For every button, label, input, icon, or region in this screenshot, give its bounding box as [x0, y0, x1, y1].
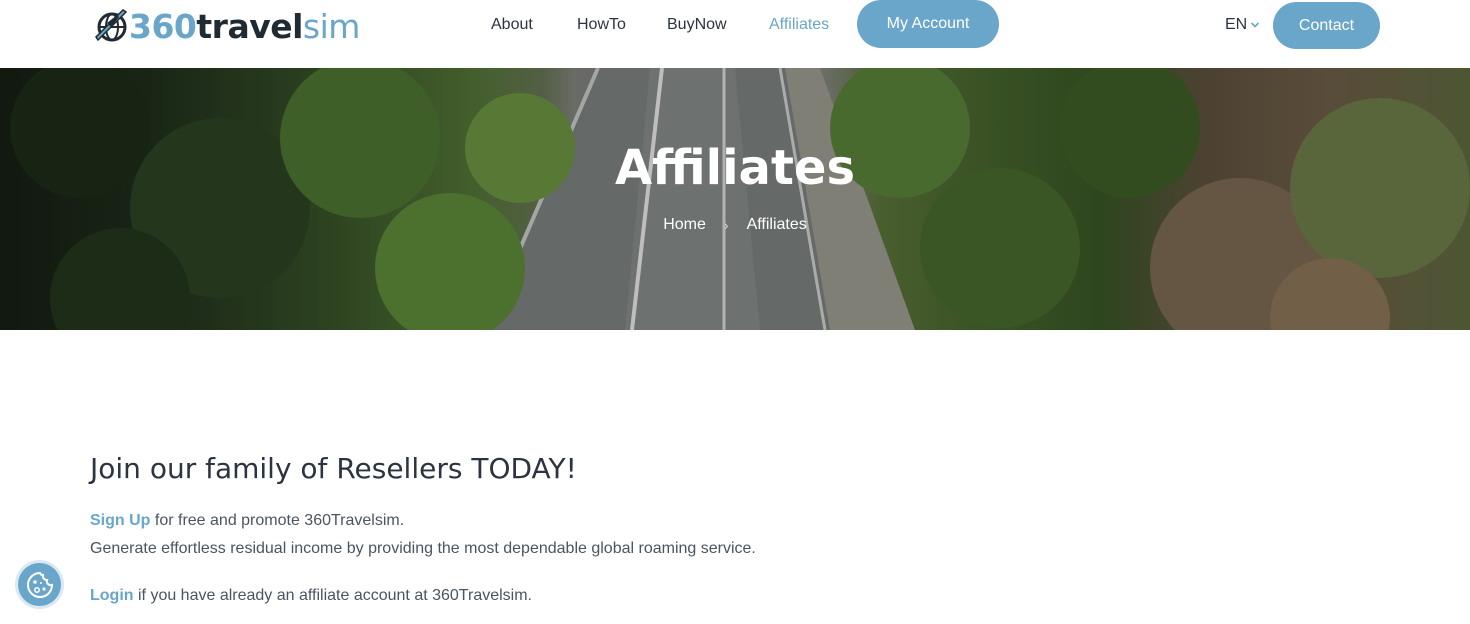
cookie-settings-button[interactable]	[15, 560, 64, 609]
login-link[interactable]: Login	[90, 587, 134, 604]
hero-banner: Affiliates Home › Affiliates	[0, 68, 1470, 330]
signup-link[interactable]: Sign Up	[90, 512, 150, 529]
logo-text-sim: sim	[302, 6, 361, 46]
contact-button[interactable]: Contact	[1273, 2, 1380, 49]
language-selector[interactable]: EN	[1225, 16, 1260, 34]
login-paragraph: Login if you have already an affiliate a…	[90, 587, 532, 605]
breadcrumb-current: Affiliates	[746, 216, 807, 233]
cookie-icon	[26, 571, 53, 598]
my-account-button[interactable]: My Account	[857, 0, 999, 48]
login-text: if you have already an affiliate account…	[133, 587, 532, 604]
logo-text-360: 360	[129, 6, 197, 46]
nav-affiliates[interactable]: Affiliates	[769, 16, 829, 34]
contact-label: Contact	[1298, 16, 1355, 34]
income-paragraph: Generate effortless residual income by p…	[90, 540, 756, 557]
nav-about[interactable]: About	[491, 16, 533, 34]
site-header: 360 travel sim About HowTo BuyNow Affiliat…	[0, 0, 1470, 68]
logo-text-travel: travel	[196, 6, 303, 46]
globe-plane-icon	[95, 9, 128, 42]
chevron-down-icon	[1251, 22, 1260, 28]
logo[interactable]: 360 travel sim	[93, 6, 360, 46]
signup-paragraph: Sign Up for free and promote 360Travelsi…	[90, 512, 404, 530]
breadcrumb-separator: ›	[723, 217, 729, 233]
my-account-label: My Account	[886, 15, 970, 32]
breadcrumb-home[interactable]: Home	[663, 216, 706, 234]
breadcrumb: Home › Affiliates	[0, 216, 1470, 234]
resellers-heading: Join our family of Resellers TODAY!	[90, 452, 577, 485]
road-forest-background	[0, 68, 1470, 330]
page-title: Affiliates	[614, 140, 856, 196]
signup-text: for free and promote 360Travelsim.	[150, 512, 405, 529]
nav-howto[interactable]: HowTo	[577, 16, 626, 34]
nav-buynow[interactable]: BuyNow	[667, 16, 727, 34]
language-label: EN	[1225, 16, 1248, 33]
